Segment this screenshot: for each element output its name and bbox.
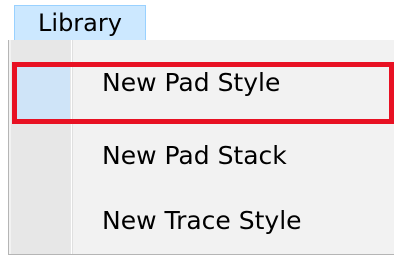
menu-library[interactable]: Library [14, 5, 146, 41]
menu-item-new-pad-stack[interactable]: New Pad Stack [9, 127, 394, 185]
menu-item-label: New Pad Stack [102, 141, 287, 170]
app-window: Library New Pad Style New Pad Stack New … [0, 0, 394, 255]
menu-item-label: New Pad Style [102, 68, 281, 97]
highlighted-item-gutter [17, 67, 70, 119]
menu-bar: Library [0, 0, 394, 41]
menu-item-new-trace-style[interactable]: New Trace Style [9, 192, 394, 250]
menu-item-label: New Trace Style [102, 206, 302, 235]
